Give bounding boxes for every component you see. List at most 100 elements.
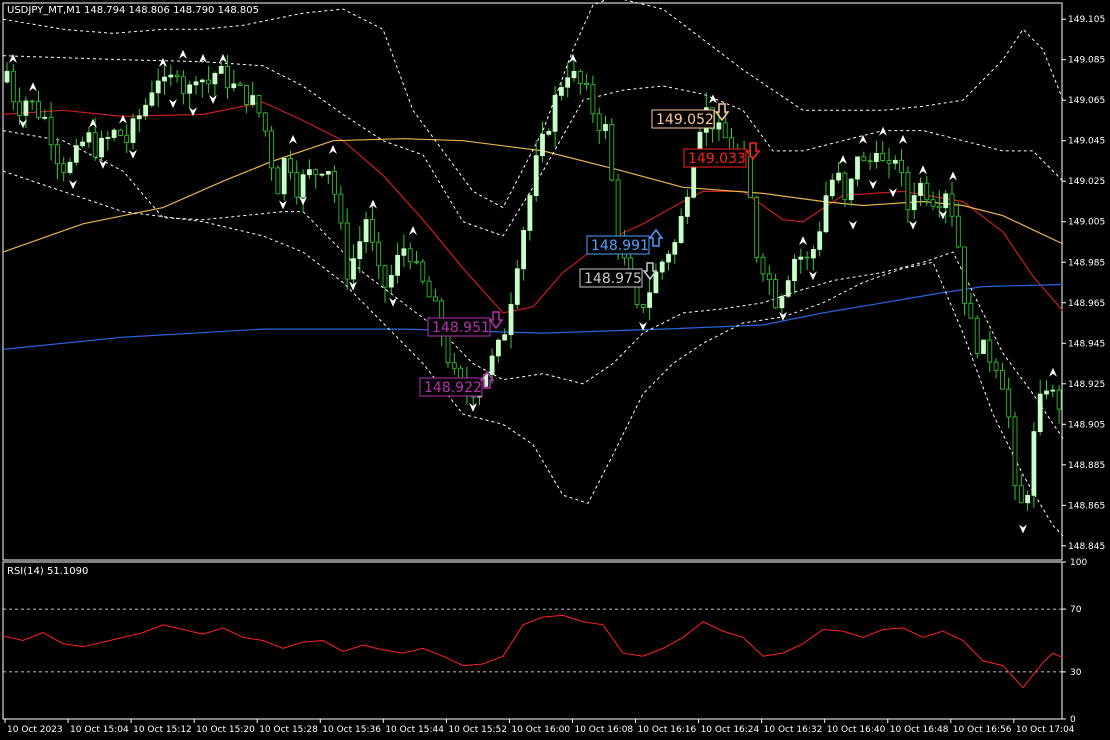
time-tick-label: 10 Oct 15:12: [133, 725, 192, 735]
candle-body: [1012, 416, 1018, 487]
candle-body: [432, 296, 438, 302]
candle-body: [754, 197, 760, 258]
candle-body: [596, 113, 602, 132]
candle-body: [861, 156, 867, 162]
candle-body: [1056, 389, 1062, 410]
candle-body: [1025, 494, 1030, 504]
candle-body: [766, 273, 772, 281]
candle-body: [924, 182, 930, 201]
candle-body: [174, 74, 180, 78]
candle-body: [29, 100, 35, 103]
candle-body: [414, 261, 419, 264]
time-tick-label: 10 Oct 15:44: [385, 725, 444, 735]
candle-body: [773, 279, 778, 309]
candle-body: [874, 152, 879, 162]
candle-body: [559, 86, 564, 96]
rsi-tick-label: 0: [1070, 715, 1076, 725]
candle-body: [508, 304, 514, 336]
candle-body: [401, 248, 407, 256]
candle-body: [313, 169, 319, 175]
candle-body: [533, 155, 539, 196]
candle-body: [351, 258, 356, 280]
candle-body: [275, 167, 281, 195]
signal-label-text: 149.033: [688, 151, 746, 167]
candle-body: [785, 280, 791, 297]
time-tick-label: 10 Oct 16:08: [574, 725, 633, 735]
candle-body: [369, 219, 375, 243]
price-tick-label: 149.085: [1068, 56, 1105, 66]
candle-body: [1050, 389, 1056, 392]
candle-body: [848, 178, 854, 201]
candle-body: [1000, 370, 1005, 390]
time-tick-label: 10 Oct 16:24: [701, 725, 760, 735]
candle-body: [420, 261, 426, 282]
candle-body: [382, 265, 388, 288]
signal-label-text: 148.922: [424, 380, 482, 396]
candle-body: [974, 317, 980, 354]
ohlc-label: 148.794 148.806 148.790 148.805: [84, 5, 259, 16]
candle-body: [716, 122, 722, 130]
price-tick-label: 148.845: [1068, 542, 1105, 552]
candle-body: [118, 129, 123, 136]
candle-body: [225, 65, 230, 89]
candle-body: [395, 254, 401, 276]
candle-body: [1006, 388, 1012, 418]
candle-body: [987, 339, 993, 363]
candle-body: [23, 100, 29, 116]
time-tick-label: 10 Oct 15:20: [196, 725, 255, 735]
candle-body: [143, 104, 149, 117]
time-tick-label: 10 Oct 15:36: [322, 725, 381, 735]
candle-body: [288, 158, 293, 174]
candle-body: [162, 76, 167, 82]
chart-canvas: 149.052 149.033 148.991 148.975 148.951 148.9…: [0, 0, 1110, 740]
candle-body: [565, 77, 571, 88]
candle-body: [92, 132, 98, 158]
candle-body: [237, 83, 243, 86]
price-tick-label: 148.985: [1068, 258, 1105, 268]
candle-body: [86, 132, 92, 143]
candle-body: [760, 256, 766, 275]
candle-body: [67, 161, 73, 173]
candle-body: [968, 302, 974, 319]
candle-body: [911, 195, 917, 211]
candle-body: [823, 195, 829, 233]
candle-body: [193, 81, 199, 86]
candle-body: [407, 248, 413, 263]
time-tick-label: 10 Oct 16:40: [827, 725, 886, 735]
time-tick-label: 10 Oct 15:28: [259, 725, 318, 735]
price-tick-label: 148.885: [1068, 461, 1105, 471]
time-tick-label: 10 Oct 15:04: [70, 725, 129, 735]
candle-body: [4, 70, 10, 83]
candle-body: [729, 137, 734, 150]
candle-body: [388, 274, 394, 288]
candle-body: [867, 160, 873, 163]
candle-body: [836, 172, 841, 181]
candle-body: [678, 216, 684, 243]
candle-body: [930, 199, 936, 207]
candle-body: [212, 72, 218, 85]
candle-body: [514, 268, 520, 305]
candle-body: [577, 70, 583, 84]
candle-body: [376, 241, 382, 267]
price-tick-label: 149.025: [1068, 177, 1105, 187]
candle-body: [36, 101, 41, 118]
candle-body: [590, 84, 596, 115]
price-tick-label: 149.005: [1068, 218, 1105, 228]
candle-body: [281, 158, 287, 195]
signal-label-text: 148.951: [432, 320, 490, 336]
candle-body: [61, 163, 67, 173]
time-tick-label: 10 Oct 17:04: [1016, 725, 1075, 735]
rsi-tick-label: 100: [1070, 558, 1087, 568]
candle-body: [1018, 485, 1024, 504]
candle-body: [269, 130, 275, 169]
candle-body: [231, 83, 237, 89]
candle-body: [357, 241, 363, 260]
candle-body: [981, 339, 986, 354]
candle-body: [672, 242, 678, 255]
candle-body: [1044, 390, 1049, 395]
candle-body: [603, 124, 608, 132]
candle-body: [124, 134, 130, 143]
candle-body: [892, 159, 898, 164]
price-tick-label: 148.965: [1068, 299, 1105, 309]
candle-body: [905, 172, 911, 211]
